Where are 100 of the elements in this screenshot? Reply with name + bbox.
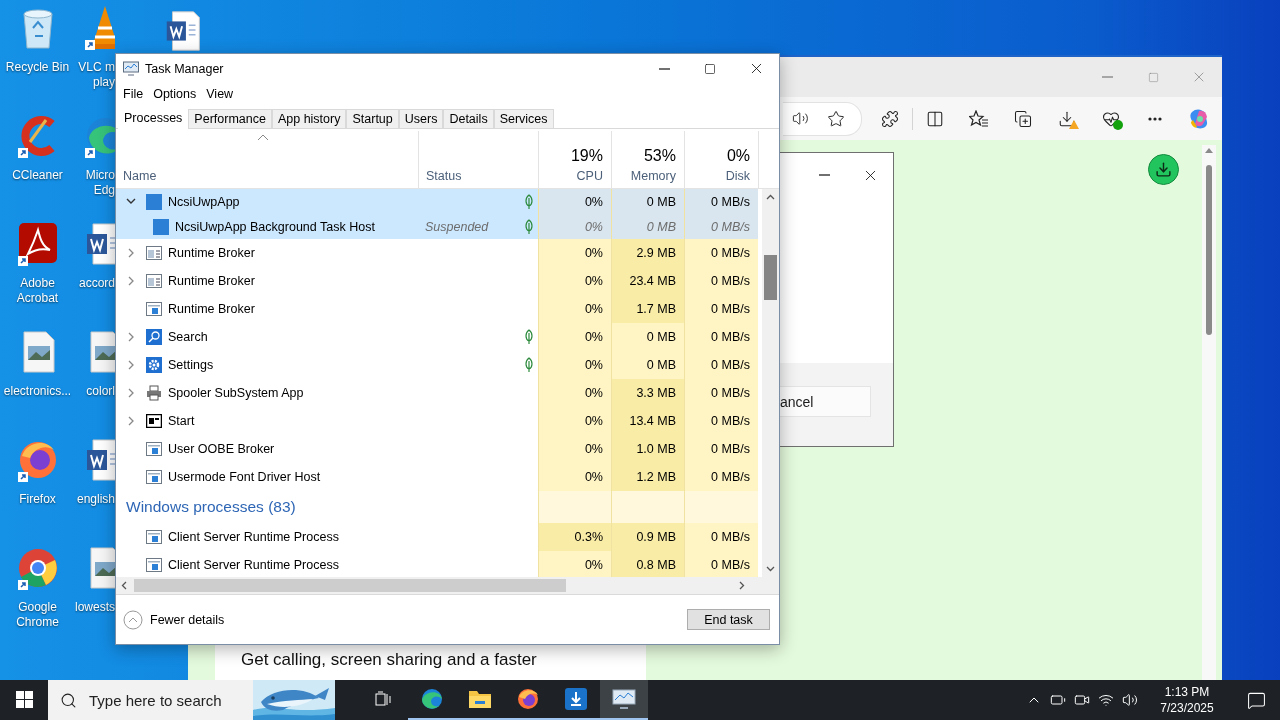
column-header[interactable]: Memory (630, 169, 676, 183)
app-square-icon (146, 193, 162, 210)
tab[interactable]: Details (443, 109, 494, 129)
scrollbar-thumb[interactable] (134, 579, 566, 592)
fewer-details-toggle[interactable]: Fewer details (123, 609, 225, 630)
process-name: Start (168, 414, 195, 428)
clock[interactable]: 1:13 PM 7/23/2025 (1148, 684, 1226, 716)
tab[interactable]: Performance (188, 109, 272, 129)
metric-cell: 0% (538, 295, 611, 323)
horizontal-scrollbar[interactable] (116, 577, 779, 594)
chevron-right-icon[interactable] (127, 248, 135, 258)
assistant-logo-icon (1188, 107, 1210, 130)
metric-cell: 0% (538, 407, 611, 435)
chevron-right-icon[interactable] (127, 276, 135, 286)
search-box[interactable]: Type here to search (48, 680, 335, 720)
group-heading: Windows processes (83) (126, 498, 296, 516)
arrow-up-icon[interactable] (1205, 148, 1213, 153)
chevron-right-icon[interactable] (127, 388, 135, 398)
tab[interactable]: Users (398, 109, 444, 129)
desktop-icon-label[interactable]: Micro Edg (85, 168, 115, 198)
clock-date: 7/23/2025 (1160, 700, 1214, 716)
column-header[interactable]: Disk (725, 169, 750, 183)
metric-cell: 3.3 MB (611, 379, 684, 407)
check-badge-icon (1113, 119, 1123, 130)
sort-caret-icon (257, 133, 269, 141)
maximize-icon (1147, 71, 1159, 83)
camera-icon (1074, 692, 1090, 708)
desktop-icon-label[interactable]: lowests (75, 600, 115, 615)
browser-icon (420, 687, 444, 711)
message-icon (1246, 690, 1266, 710)
split-screen-icon (926, 109, 944, 128)
star-list-icon (969, 109, 989, 128)
metric-cell: 0% (538, 351, 611, 379)
maximize-icon (704, 62, 716, 75)
monitor-chart-icon (123, 61, 139, 76)
metric-cell: 0 MB/s (684, 323, 758, 351)
heart-pulse-icon (1102, 109, 1120, 128)
window-title: Task Manager (145, 61, 225, 76)
desktop-icon-label[interactable]: colorl (86, 384, 115, 399)
menu-item[interactable]: View (201, 85, 239, 103)
usage-value: 0% (726, 147, 750, 165)
folder-icon (468, 689, 492, 709)
vertical-scrollbar[interactable] (1202, 145, 1216, 682)
metric-cell: 0.3% (538, 523, 611, 551)
metric-cell: 0 MB (611, 351, 684, 379)
usage-value: 19% (570, 147, 603, 165)
process-name: Settings (168, 358, 214, 372)
process-row[interactable]: NcsiUwpApp Background Task Host (116, 214, 418, 239)
metric-cell: 13.4 MB (611, 407, 684, 435)
settings-icon (146, 357, 162, 373)
chevron-right-icon[interactable] (127, 416, 135, 426)
column-header[interactable]: Name (123, 169, 157, 183)
scrollbar-thumb[interactable] (1206, 165, 1212, 335)
chevron-right-icon[interactable] (127, 332, 135, 342)
process-name: Runtime Broker (168, 274, 255, 288)
end-task-button[interactable]: End task (687, 609, 770, 630)
monitor-chart-icon (612, 688, 636, 710)
clock-time: 1:13 PM (1164, 684, 1210, 700)
process-name: Runtime Broker (168, 302, 255, 316)
start-window-icon (146, 414, 162, 428)
speaker-icon (1122, 692, 1138, 708)
window-icon (146, 558, 162, 572)
metric-cell: 0 MB (611, 323, 684, 351)
process-name: Usermode Font Driver Host (168, 470, 321, 484)
chevron-down-icon[interactable] (126, 198, 136, 205)
window-icon (146, 246, 162, 260)
address-bar[interactable] (783, 101, 862, 136)
taskbar-app-button[interactable] (600, 680, 648, 720)
search-field[interactable]: Type here to search (87, 690, 251, 710)
metric-cell: 0 MB/s (684, 523, 758, 551)
desktop-icon-label[interactable]: accord (78, 276, 115, 291)
tab[interactable]: Startup (346, 109, 399, 129)
menu-item[interactable]: Options (148, 85, 202, 103)
tab[interactable]: Services (493, 109, 554, 129)
chevron-circle-icon (123, 609, 143, 630)
window-icon (146, 274, 162, 288)
minimize-icon (818, 174, 830, 176)
download-button[interactable] (1148, 154, 1179, 185)
status-text: Suspended (425, 219, 489, 234)
metric-cell: 0 MB/s (684, 267, 758, 295)
tab[interactable]: App history (271, 109, 347, 129)
scrollbar-thumb[interactable] (764, 255, 777, 300)
warning-icon (1069, 119, 1079, 129)
process-row[interactable]: NcsiUwpApp (116, 189, 418, 214)
browser-icon (516, 687, 540, 711)
menu-item[interactable]: File (118, 85, 149, 103)
metric-cell: 0 MB/s (684, 463, 758, 491)
desktop-icon-label[interactable]: english (76, 492, 115, 507)
metric-cell: 1.7 MB (611, 295, 684, 323)
cancel-button[interactable]: ancel (780, 386, 871, 417)
vertical-scrollbar[interactable] (762, 189, 779, 577)
metric-cell: 0 MB (611, 189, 684, 214)
metric-cell: 0.9 MB (611, 523, 684, 551)
more-icon (1148, 116, 1162, 121)
desktop-icon-label[interactable]: VLC m play (78, 60, 115, 90)
column-header[interactable]: CPU (576, 169, 603, 183)
column-header[interactable]: Status (426, 169, 462, 183)
chevron-right-icon[interactable] (127, 360, 135, 370)
metric-cell: 0 MB/s (684, 407, 758, 435)
process-name: Client Server Runtime Process (168, 558, 339, 572)
